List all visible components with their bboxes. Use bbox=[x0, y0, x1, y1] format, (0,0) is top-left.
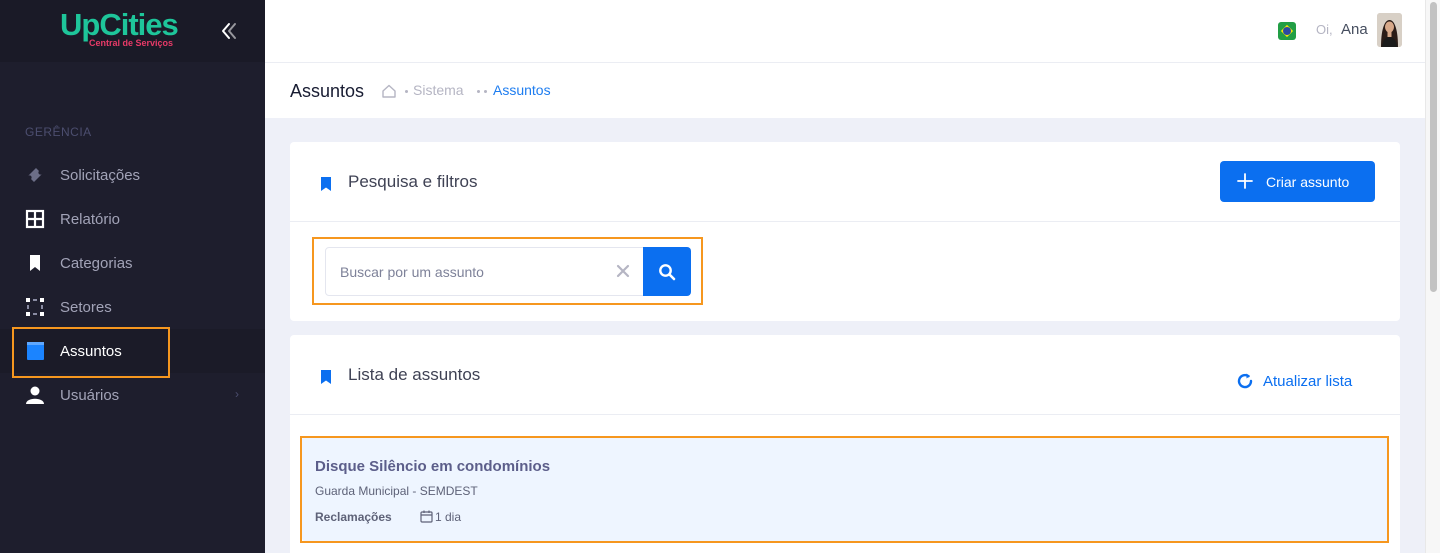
home-icon[interactable] bbox=[381, 83, 397, 99]
list-item[interactable]: Disque Silêncio em condomínios Guarda Mu… bbox=[302, 437, 1388, 541]
breadcrumb-item-assuntos[interactable]: Assuntos bbox=[493, 82, 551, 98]
scrollbar-thumb[interactable] bbox=[1430, 2, 1437, 292]
sidebar-item-label: Setores bbox=[60, 298, 112, 316]
greeting-text: Oi, bbox=[1316, 22, 1333, 37]
user-icon bbox=[25, 385, 45, 405]
refresh-list-button[interactable]: Atualizar lista bbox=[1236, 371, 1352, 391]
logo-sub-text: Central de Serviços bbox=[89, 38, 174, 48]
subject-deadline: 1 dia bbox=[435, 510, 462, 524]
breadcrumb-item-sistema[interactable]: Sistema bbox=[413, 82, 464, 98]
filters-card: Pesquisa e filtros Criar assunto bbox=[290, 142, 1400, 321]
search-group bbox=[325, 247, 691, 296]
subheader: Assuntos Sistema Assuntos bbox=[265, 62, 1425, 118]
subject-category: Reclamações bbox=[315, 510, 392, 524]
sidebar-item-solicitacoes[interactable]: Solicitações bbox=[0, 153, 265, 197]
page-scrollbar[interactable] bbox=[1425, 0, 1440, 553]
book-icon bbox=[25, 341, 45, 361]
page-title: Assuntos bbox=[290, 81, 365, 101]
sidebar-item-label: Categorias bbox=[60, 254, 133, 272]
calendar-icon bbox=[420, 510, 433, 523]
search-input[interactable] bbox=[326, 248, 643, 295]
refresh-icon bbox=[1237, 373, 1253, 389]
list-card-title: Lista de assuntos bbox=[348, 365, 481, 384]
avatar[interactable] bbox=[1377, 13, 1402, 47]
sidebar-item-label: Solicitações bbox=[60, 166, 141, 184]
double-chevron-left-icon bbox=[222, 23, 236, 39]
bookmark-icon bbox=[319, 176, 333, 192]
filters-card-header: Pesquisa e filtros Criar assunto bbox=[290, 142, 1400, 222]
subject-title: Disque Silêncio em condomínios bbox=[315, 458, 551, 475]
subject-sector: Guarda Municipal - SEMDEST bbox=[315, 484, 478, 498]
sidebar-item-label: Usuários bbox=[60, 386, 120, 404]
logo-main-text: UpCities bbox=[60, 7, 179, 42]
ticket-icon bbox=[25, 165, 45, 185]
chevron-right-icon: › bbox=[235, 387, 239, 401]
breadcrumb-separator bbox=[405, 90, 408, 93]
section-label-gerencia: GERÊNCIA bbox=[25, 125, 92, 139]
topbar: Oi, Ana bbox=[265, 0, 1425, 62]
bookmark-icon bbox=[25, 253, 45, 273]
sidebar-item-categorias[interactable]: Categorias bbox=[0, 241, 265, 285]
brazil-flag-icon[interactable] bbox=[1278, 22, 1296, 40]
bookmark-icon bbox=[319, 369, 333, 385]
sidebar-menu: Solicitações Relatório Categorias Setore… bbox=[0, 153, 265, 417]
sidebar-item-label: Relatório bbox=[60, 210, 121, 228]
sidebar-item-assuntos[interactable]: Assuntos bbox=[0, 329, 265, 373]
create-subject-button[interactable]: Criar assunto bbox=[1220, 161, 1375, 202]
sidebar-header: UpCities Central de Serviços bbox=[0, 0, 265, 62]
list-card-header: Lista de assuntos Atualizar lista bbox=[290, 335, 1400, 415]
sidebar-item-usuarios[interactable]: Usuários › bbox=[0, 373, 265, 417]
logo[interactable]: UpCities Central de Serviços bbox=[60, 8, 185, 52]
filters-card-title: Pesquisa e filtros bbox=[348, 172, 478, 191]
user-name[interactable]: Ana bbox=[1341, 21, 1368, 38]
search-icon bbox=[659, 263, 676, 280]
breadcrumb-separator bbox=[484, 90, 487, 93]
sidebar-item-relatorio[interactable]: Relatório bbox=[0, 197, 265, 241]
dotted-square-icon bbox=[25, 297, 45, 317]
grid-icon bbox=[25, 209, 45, 229]
sidebar-item-label: Assuntos bbox=[60, 342, 122, 360]
plus-icon bbox=[1237, 173, 1253, 189]
clear-search-icon[interactable] bbox=[615, 263, 631, 279]
create-subject-label: Criar assunto bbox=[1266, 173, 1350, 190]
sidebar: UpCities Central de Serviços GERÊNCIA So… bbox=[0, 0, 265, 553]
collapse-sidebar-button[interactable] bbox=[220, 22, 240, 40]
refresh-list-label: Atualizar lista bbox=[1263, 372, 1353, 390]
search-button[interactable] bbox=[643, 247, 691, 296]
sidebar-item-setores[interactable]: Setores bbox=[0, 285, 265, 329]
breadcrumb-separator bbox=[477, 90, 480, 93]
